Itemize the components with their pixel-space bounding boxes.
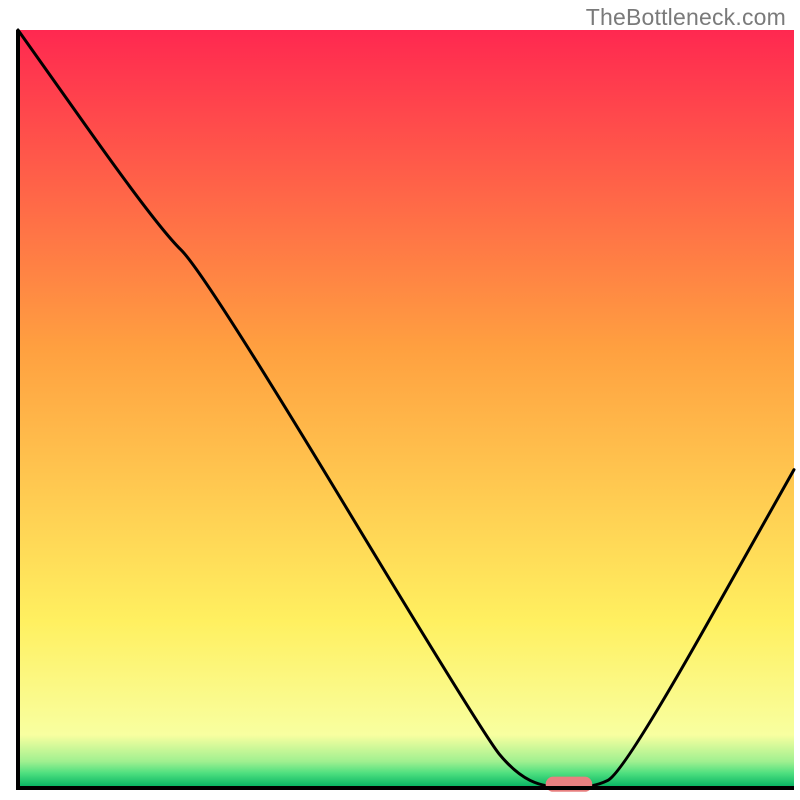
chart-container: TheBottleneck.com bbox=[0, 0, 800, 800]
plot-area bbox=[18, 30, 794, 792]
watermark-text: TheBottleneck.com bbox=[586, 4, 786, 31]
bottleneck-curve-chart bbox=[0, 0, 800, 800]
